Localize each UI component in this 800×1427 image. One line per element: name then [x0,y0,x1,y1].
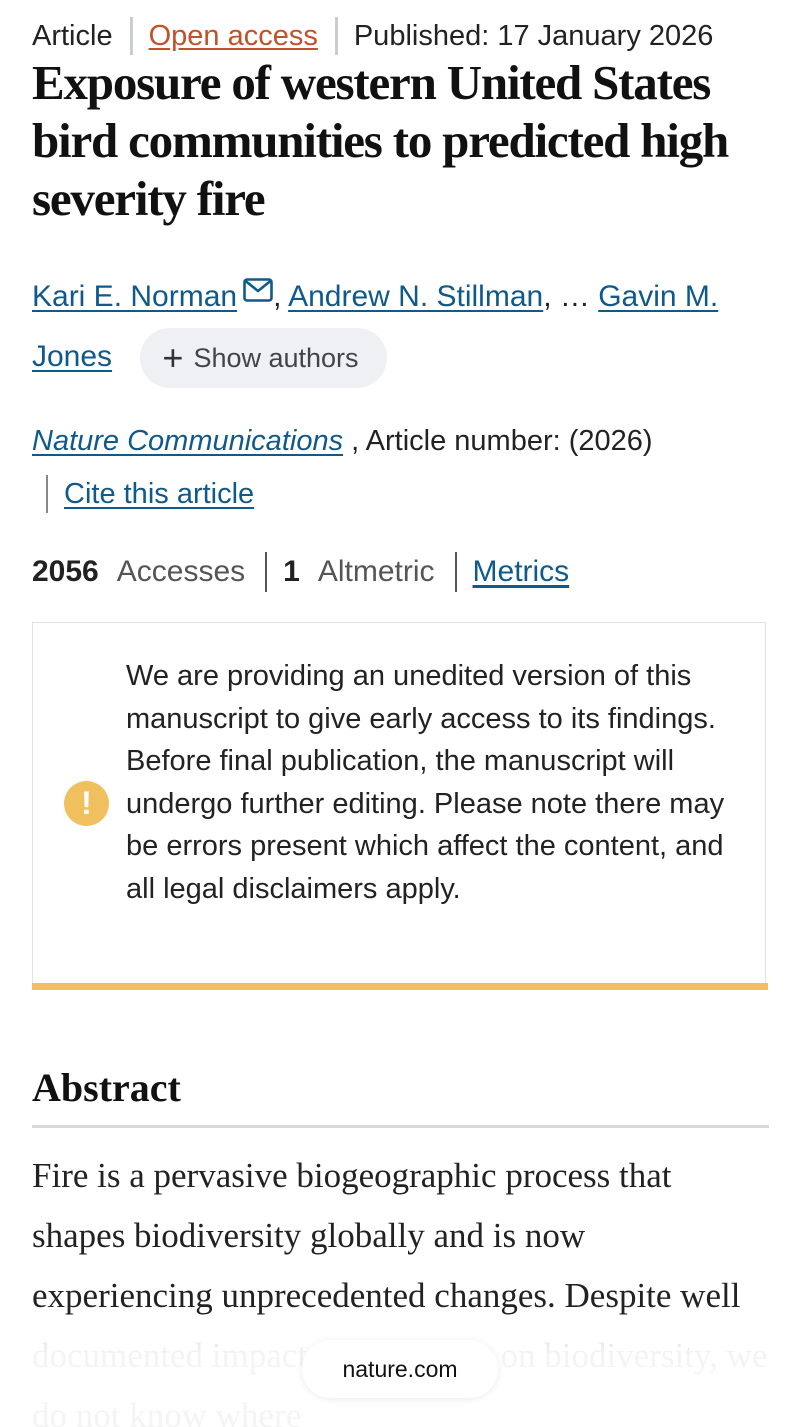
abstract-heading: Abstract [32,1065,181,1110]
notice-text: We are providing an unedited version of … [126,660,725,905]
show-authors-label: Show authors [193,342,359,373]
accesses-count: 2056 [32,555,99,588]
author-link-norman[interactable]: Kari E. Norman [32,280,237,313]
url-text: nature.com [342,1355,458,1382]
plus-icon: + [162,337,184,379]
article-meta: Article Open access Published: 17 Januar… [32,16,713,56]
cite-article-link[interactable]: Cite this article [64,478,254,511]
open-access-link[interactable]: Open access [149,20,318,53]
author-link-stillman[interactable]: Andrew N. Stillman [288,280,543,313]
meta-divider [129,17,133,55]
cite-row: Cite this article [46,474,254,514]
article-number: , Article number: (2026) [343,425,653,457]
metrics-link[interactable]: Metrics [473,555,570,589]
address-bar[interactable]: nature.com [302,1340,498,1398]
author-list: Kari E. Norman, Andrew N. Stillman, … Ga… [32,263,772,389]
accesses-label: Accesses [116,555,246,588]
meta-divider [334,17,338,55]
article-title: Exposure of western United States bird c… [32,55,729,226]
article-type: Article [32,19,113,52]
author-ellipsis: , … [543,280,590,313]
author-separator: , [273,280,289,313]
notice-accent-bar [32,983,768,990]
journal-link[interactable]: Nature Communications [32,425,343,457]
show-authors-button[interactable]: + Show authors [140,328,387,389]
exclamation-icon: ! [64,781,109,826]
published-date: Published: 17 January 2026 [353,19,714,52]
mail-icon[interactable] [243,263,273,323]
altmetric-label: Altmetric [317,555,435,588]
altmetric-count: 1 [283,555,300,588]
metrics-divider [454,552,457,592]
article-page: Article Open access Published: 17 Januar… [0,0,800,1427]
metrics-divider [265,552,268,592]
journal-line: Nature Communications , Article number: … [32,420,772,462]
abstract-divider [32,1125,769,1128]
article-metrics: 2056 Accesses 1 Altmetric Metrics [32,551,569,593]
cite-divider [46,475,48,513]
